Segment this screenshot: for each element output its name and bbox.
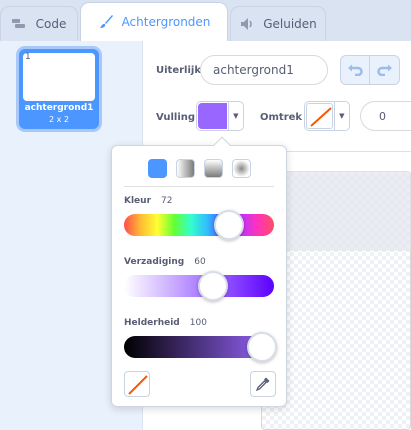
backdrop-size: 2 x 2: [49, 115, 69, 124]
fill-mode-selector: [148, 159, 251, 178]
tab-backdrops[interactable]: Achtergronden: [80, 2, 228, 41]
brightness-label: Helderheid: [124, 318, 180, 328]
backdrop-number: 1: [25, 52, 31, 62]
costume-name-label: Uiterlijk: [156, 65, 201, 76]
tab-backdrops-label: Achtergronden: [121, 15, 211, 29]
undo-redo-group: [340, 55, 400, 85]
fill-label: Vulling: [156, 112, 196, 123]
tab-bar: Code Achtergronden Geluiden: [0, 0, 411, 41]
undo-icon: [348, 64, 363, 76]
fill-color-button[interactable]: ▼: [196, 101, 244, 131]
code-icon: [11, 17, 30, 31]
stroke-label: Omtrek: [260, 112, 303, 123]
solid-fill-button[interactable]: [148, 159, 167, 178]
paintbrush-icon: [98, 15, 116, 29]
saturation-slider-handle[interactable]: [198, 271, 228, 301]
tab-code-label: Code: [35, 17, 67, 31]
saturation-label: Verzadiging: [124, 257, 185, 267]
hue-slider[interactable]: [124, 214, 274, 236]
eyedropper-button[interactable]: [250, 371, 276, 397]
brightness-slider-handle[interactable]: [247, 332, 277, 362]
redo-button[interactable]: [370, 55, 400, 85]
stroke-width-input[interactable]: [360, 101, 411, 131]
undo-button[interactable]: [340, 55, 370, 85]
color-picker-popover: Kleur 72 Verzadiging 60 Helderheid 100: [111, 136, 287, 407]
chevron-down-icon: ▼: [333, 102, 349, 130]
brightness-value: 100: [189, 318, 207, 328]
hue-value: 72: [161, 196, 173, 206]
no-stroke-icon: [306, 103, 333, 129]
vertical-gradient-button[interactable]: [204, 159, 223, 178]
backdrop-thumbnail: [23, 53, 95, 101]
redo-icon: [376, 64, 392, 76]
radial-gradient-button[interactable]: [232, 159, 251, 178]
backdrop-item[interactable]: 1 achtergrond1 2 x 2: [16, 46, 102, 132]
saturation-value: 60: [194, 257, 206, 267]
tab-sounds[interactable]: Geluiden: [230, 6, 326, 41]
horizontal-gradient-button[interactable]: [176, 159, 195, 178]
hue-slider-handle[interactable]: [214, 210, 244, 240]
no-color-button[interactable]: [124, 371, 150, 397]
divider: [124, 186, 274, 187]
hue-label-row: Kleur 72: [124, 196, 172, 206]
chevron-down-icon: ▼: [227, 102, 243, 130]
tab-code[interactable]: Code: [0, 6, 78, 41]
eyedropper-icon: [255, 377, 270, 392]
hue-label: Kleur: [124, 196, 152, 206]
stroke-color-button[interactable]: ▼: [304, 101, 350, 131]
saturation-label-row: Verzadiging 60: [124, 257, 206, 267]
fill-swatch: [198, 103, 227, 129]
speaker-icon: [239, 17, 257, 31]
costume-name-input[interactable]: [200, 55, 328, 85]
no-color-icon: [128, 375, 148, 395]
tab-sounds-label: Geluiden: [263, 17, 317, 31]
backdrop-name: achtergrond1: [24, 103, 94, 113]
brightness-label-row: Helderheid 100: [124, 318, 207, 328]
